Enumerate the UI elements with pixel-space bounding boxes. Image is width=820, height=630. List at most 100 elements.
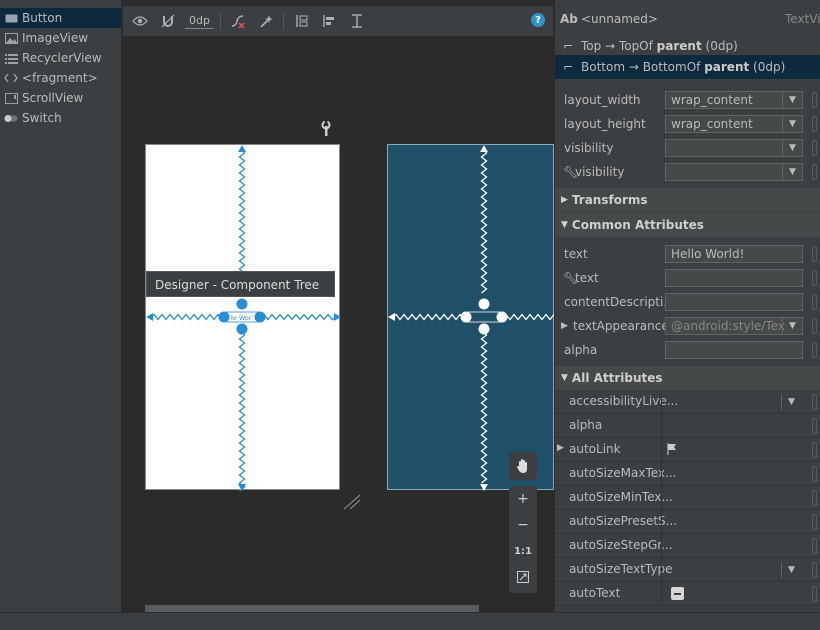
all-attr-row[interactable]: autoText — [555, 582, 820, 606]
section-transforms[interactable]: ▶ Transforms — [555, 188, 820, 212]
attr-label: text — [564, 247, 588, 261]
attr-row-tools-visibility: 🔧︎ visibility ▼ — [555, 160, 820, 184]
chevron-down-icon: ▼ — [782, 116, 802, 132]
checkbox-indeterminate-icon[interactable] — [671, 587, 684, 600]
flag-icon[interactable] — [667, 443, 677, 458]
wrench-icon[interactable] — [319, 120, 333, 137]
palette-item-button[interactable]: Button — [0, 8, 121, 28]
collapse-triangle-icon: ▼ — [561, 373, 568, 383]
layout-width-dropdown[interactable]: wrap_content ▼ — [665, 91, 803, 109]
image-icon — [4, 32, 18, 44]
blueprint-surface[interactable] — [387, 144, 555, 491]
attr-label: visibility — [564, 141, 614, 155]
palette-item-recyclerview[interactable]: RecyclerView — [0, 48, 121, 68]
all-attr-row[interactable]: autoSizeMinTex... — [555, 486, 820, 510]
text-input[interactable]: Hello World! — [665, 245, 803, 263]
text-appearance-dropdown[interactable]: @android:style/Tex ▼ — [665, 317, 803, 335]
attr-end-marker — [812, 466, 817, 482]
all-attr-row[interactable]: alpha — [555, 414, 820, 438]
help-icon[interactable]: ? — [531, 13, 545, 27]
resize-handle-icon[interactable] — [342, 493, 362, 511]
attr-row-layout-width: layout_width wrap_content ▼ — [555, 88, 820, 112]
default-margin-field[interactable]: 0dp — [185, 13, 214, 29]
attr-end-marker — [812, 490, 817, 506]
guidelines-icon[interactable] — [346, 10, 368, 32]
content-description-input[interactable] — [665, 293, 803, 311]
all-attr-row[interactable]: ▶ autoLink — [555, 438, 820, 462]
expand-triangle-icon[interactable]: ▶ — [561, 321, 568, 331]
tools-text-input[interactable] — [665, 269, 803, 287]
section-common-attributes[interactable]: ▼ Common Attributes — [555, 213, 820, 237]
alpha-input[interactable] — [665, 341, 803, 359]
design-surface[interactable]: lo Wor — [145, 144, 341, 491]
magnet-off-icon[interactable] — [157, 10, 179, 32]
palette-panel: Button ImageView RecyclerView <fragment>… — [0, 0, 122, 612]
attr-label: autoSizeStepGr... — [569, 538, 673, 552]
code-icon — [4, 72, 18, 84]
component-type: TextView — [785, 12, 820, 26]
attr-end-marker — [812, 514, 817, 530]
visibility-dropdown[interactable]: ▼ — [665, 139, 803, 157]
attr-end-marker — [812, 116, 817, 132]
actual-size-button[interactable]: 1:1 — [509, 538, 537, 564]
zoom-in-button[interactable]: + — [509, 486, 537, 512]
constraint-link-icon: ⌐ — [563, 39, 574, 53]
palette-item-label: Switch — [22, 111, 62, 125]
palette-item-scrollview[interactable]: ScrollView — [0, 88, 121, 108]
pan-hand-icon[interactable] — [509, 452, 537, 480]
palette-item-fragment[interactable]: <fragment> — [0, 68, 121, 88]
attr-label: autoSizeMinTex... — [569, 490, 673, 504]
attr-row-tools-text: 🔧︎ text — [555, 266, 820, 290]
chevron-down-icon[interactable]: ▼ — [781, 562, 801, 578]
attr-label: textAppearance — [573, 319, 669, 333]
horizontal-scrollbar[interactable] — [145, 605, 479, 612]
palette-item-label: RecyclerView — [22, 51, 102, 65]
list-icon — [4, 52, 18, 64]
status-bar — [0, 612, 820, 630]
attr-label: layout_height — [564, 117, 646, 131]
attr-row-layout-height: layout_height wrap_content ▼ — [555, 112, 820, 136]
collapse-triangle-icon: ▼ — [561, 220, 568, 230]
palette-item-switch[interactable]: Switch — [0, 108, 121, 128]
all-attr-row[interactable]: autoSizeStepGr... — [555, 534, 820, 558]
design-toolbar: 0dp ? — [123, 6, 553, 36]
all-attr-row[interactable]: autoSizeMaxTex... — [555, 462, 820, 486]
layout-height-dropdown[interactable]: wrap_content ▼ — [665, 115, 803, 133]
attr-label: layout_width — [564, 93, 641, 107]
component-header: Ab <unnamed> TextView — [555, 7, 820, 31]
infer-constraints-icon[interactable] — [255, 10, 277, 32]
align-icon[interactable] — [318, 10, 340, 32]
all-attr-row[interactable]: autoSizePresetS... — [555, 510, 820, 534]
tools-visibility-dropdown[interactable]: ▼ — [665, 163, 803, 181]
zoom-out-button[interactable]: − — [509, 512, 537, 538]
attr-label: autoLink — [569, 442, 621, 456]
scroll-icon — [4, 92, 18, 104]
attr-label: text — [575, 271, 599, 285]
zoom-to-fit-icon[interactable] — [509, 564, 537, 590]
attr-label: contentDescripti... — [564, 295, 675, 309]
pack-icon[interactable] — [290, 10, 312, 32]
attr-label: autoSizeTextType — [569, 562, 673, 576]
attr-end-marker — [812, 246, 817, 262]
attr-end-marker — [812, 270, 817, 286]
toolbar-divider — [282, 12, 284, 30]
palette-item-label: ImageView — [22, 31, 89, 45]
palette-item-imageview[interactable]: ImageView — [0, 28, 121, 48]
chevron-down-icon: ▼ — [782, 92, 802, 108]
all-attr-row[interactable]: autoSizeTextType ▼ — [555, 558, 820, 582]
attr-end-marker — [812, 394, 817, 410]
chevron-down-icon[interactable]: ▼ — [781, 394, 801, 410]
textview-type-icon: Ab — [560, 12, 578, 26]
section-all-attributes[interactable]: ▼ All Attributes — [555, 366, 820, 390]
expand-triangle-icon[interactable]: ▶ — [557, 443, 564, 453]
constraint-item[interactable]: ⌐ Bottom → BottomOf parent (0dp) — [555, 55, 820, 79]
clear-constraints-icon[interactable] — [227, 10, 249, 32]
expand-triangle-icon: ▶ — [561, 195, 568, 205]
all-attr-row[interactable]: accessibilityLive... ▼ — [555, 390, 820, 414]
palette-item-label: ScrollView — [22, 91, 84, 105]
attr-end-marker — [812, 294, 817, 310]
attr-end-marker — [812, 164, 817, 180]
constraint-text: Top → TopOf — [581, 39, 657, 53]
attr-end-marker — [812, 586, 817, 602]
eye-icon[interactable] — [129, 10, 151, 32]
